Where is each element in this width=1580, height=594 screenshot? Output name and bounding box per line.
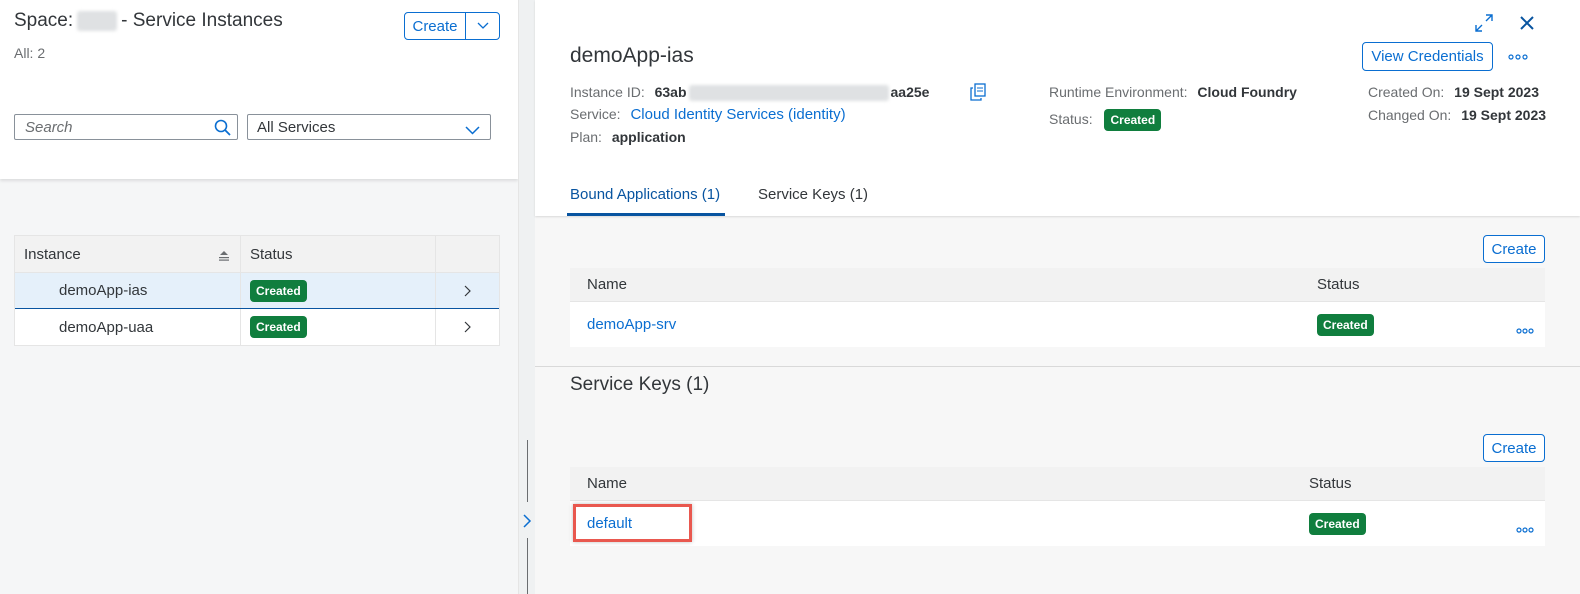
page-title: Space: - Service Instances bbox=[14, 10, 283, 32]
instance-id-start: 63ab bbox=[654, 84, 687, 100]
create-service-key-button[interactable]: Create bbox=[1483, 434, 1545, 462]
create-binding-button[interactable]: Create bbox=[1483, 235, 1545, 263]
create-menu-button[interactable] bbox=[466, 13, 499, 39]
status-badge: Created bbox=[250, 316, 307, 338]
highlight-box bbox=[573, 504, 692, 542]
title-prefix: Space: bbox=[14, 10, 74, 31]
view-credentials-button[interactable]: View Credentials bbox=[1362, 42, 1493, 71]
instance-title: demoApp-ias bbox=[570, 44, 694, 67]
runtime-value: Cloud Foundry bbox=[1197, 84, 1297, 100]
redacted-space-name bbox=[77, 10, 118, 31]
fullscreen-button[interactable] bbox=[1473, 12, 1495, 34]
tab-service-keys[interactable]: Service Keys (1) bbox=[758, 186, 868, 203]
status-badge: Created bbox=[250, 279, 307, 302]
column-header-status: Status bbox=[1317, 276, 1360, 293]
search-input[interactable] bbox=[15, 115, 205, 139]
row-navigation[interactable] bbox=[436, 309, 499, 345]
service-link[interactable]: Cloud Identity Services (identity) bbox=[630, 106, 845, 123]
column-header-nav bbox=[436, 236, 499, 272]
active-tab-indicator bbox=[567, 213, 725, 216]
status-badge: Created bbox=[1104, 109, 1162, 131]
fullscreen-icon bbox=[1475, 14, 1493, 32]
instance-id-attribute: Instance ID: 63ab aa25e bbox=[570, 84, 930, 102]
created-on-label: Created On: bbox=[1368, 84, 1445, 100]
bound-applications-table: Name Status demoApp-srv Created bbox=[570, 268, 1545, 347]
table-row[interactable]: demoApp-uaa Created bbox=[15, 309, 499, 345]
search-icon bbox=[214, 119, 231, 136]
instance-id-end: aa25e bbox=[890, 84, 930, 100]
instance-id-label: Instance ID: bbox=[570, 84, 645, 100]
close-button[interactable] bbox=[1516, 12, 1538, 34]
pane-splitter[interactable] bbox=[518, 0, 535, 594]
status-badge: Created bbox=[1317, 313, 1374, 336]
table-row[interactable]: demoApp-ias Created bbox=[15, 273, 499, 309]
column-header-label: Instance bbox=[24, 245, 81, 263]
status-badge: Created bbox=[1309, 512, 1366, 535]
instance-name: demoApp-ias bbox=[59, 282, 148, 299]
service-keys-table: Name Status default Created bbox=[570, 467, 1545, 546]
table-header-row: Instance Status bbox=[15, 236, 499, 273]
table-header-row: Name Status bbox=[570, 268, 1545, 302]
more-icon bbox=[1508, 54, 1528, 60]
instance-detail-pane: demoApp-ias View Credentials Instance ID… bbox=[535, 0, 1580, 594]
splitter-line bbox=[527, 538, 528, 594]
status-label: Status: bbox=[1049, 111, 1093, 127]
row-more-button[interactable] bbox=[1516, 520, 1534, 536]
column-header-name: Name bbox=[587, 276, 628, 293]
column-header-instance[interactable]: Instance bbox=[15, 236, 241, 272]
column-header-name: Name bbox=[587, 475, 628, 492]
list-header: Space: - Service Instances All: 2 Create … bbox=[0, 0, 518, 179]
changed-on-label: Changed On: bbox=[1368, 107, 1452, 123]
tab-bound-applications[interactable]: Bound Applications (1) bbox=[570, 186, 720, 203]
service-filter-value: All Services bbox=[257, 119, 336, 136]
runtime-label: Runtime Environment: bbox=[1049, 84, 1188, 100]
instances-table: Instance Status demoApp-ias Created demo… bbox=[14, 235, 500, 346]
chevron-right-icon[interactable] bbox=[521, 512, 533, 533]
instances-list-pane: Space: - Service Instances All: 2 Create … bbox=[0, 0, 518, 594]
copy-instance-id-button[interactable] bbox=[967, 81, 989, 103]
section-divider bbox=[535, 366, 1580, 367]
created-on-attribute: Created On: 19 Sept 2023 bbox=[1368, 84, 1539, 100]
close-icon bbox=[1520, 16, 1534, 30]
service-filter-select[interactable]: All Services bbox=[247, 114, 491, 140]
service-attribute: Service: Cloud Identity Services (identi… bbox=[570, 106, 846, 123]
chevron-right-icon bbox=[464, 321, 471, 333]
runtime-attribute: Runtime Environment: Cloud Foundry bbox=[1049, 84, 1297, 100]
chevron-down-icon bbox=[477, 22, 488, 29]
sort-icon bbox=[218, 248, 230, 265]
instance-count: All: 2 bbox=[14, 45, 46, 61]
table-row: demoApp-srv Created bbox=[570, 302, 1545, 347]
create-button[interactable]: Create bbox=[405, 13, 466, 39]
object-header: demoApp-ias View Credentials Instance ID… bbox=[535, 0, 1580, 216]
search-field bbox=[14, 114, 238, 140]
redacted-instance-id bbox=[688, 85, 889, 102]
more-actions-button[interactable] bbox=[1507, 46, 1529, 68]
copy-icon bbox=[970, 83, 986, 101]
table-header-row: Name Status bbox=[570, 467, 1545, 501]
column-header-status: Status bbox=[1309, 475, 1352, 492]
chevron-right-icon bbox=[464, 285, 471, 296]
service-keys-section-title: Service Keys (1) bbox=[570, 374, 710, 395]
row-more-button[interactable] bbox=[1516, 321, 1534, 337]
plan-value: application bbox=[611, 129, 686, 145]
more-icon bbox=[1516, 328, 1534, 334]
changed-on-value: 19 Sept 2023 bbox=[1461, 107, 1547, 123]
plan-attribute: Plan: application bbox=[570, 129, 686, 145]
title-suffix: - Service Instances bbox=[121, 10, 283, 31]
search-button[interactable] bbox=[214, 119, 231, 139]
instance-name: demoApp-uaa bbox=[59, 318, 154, 336]
changed-on-attribute: Changed On: 19 Sept 2023 bbox=[1368, 107, 1546, 123]
create-split-button: Create bbox=[404, 12, 500, 40]
chevron-down-icon bbox=[465, 122, 480, 138]
table-row: default Created bbox=[570, 501, 1545, 546]
status-attribute: Status: Created bbox=[1049, 109, 1162, 131]
bound-app-link[interactable]: demoApp-srv bbox=[587, 316, 676, 333]
created-on-value: 19 Sept 2023 bbox=[1454, 84, 1539, 100]
splitter-line bbox=[527, 440, 528, 502]
plan-label: Plan: bbox=[570, 129, 602, 145]
more-icon bbox=[1516, 527, 1534, 533]
row-navigation[interactable] bbox=[436, 273, 499, 308]
column-header-status[interactable]: Status bbox=[241, 236, 436, 272]
service-label: Service: bbox=[570, 106, 621, 122]
